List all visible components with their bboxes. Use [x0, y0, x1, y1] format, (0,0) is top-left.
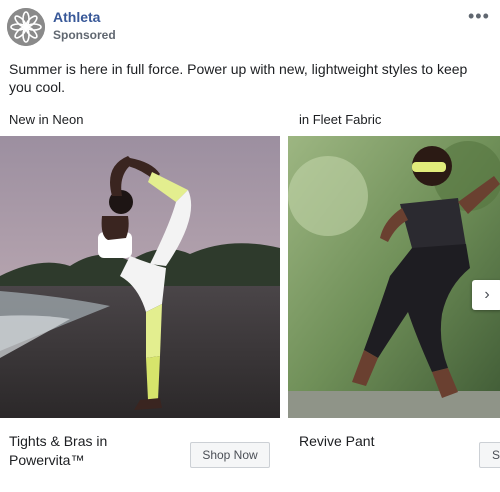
- ad-carousel: New in Neon Tights & Bras in Powervita™ …: [0, 104, 500, 492]
- sponsored-label: Sponsored: [53, 28, 116, 42]
- brand-avatar[interactable]: [7, 8, 45, 46]
- card-1-label: New in Neon: [9, 112, 84, 127]
- chevron-right-icon: ›: [484, 286, 490, 303]
- card-1-image[interactable]: [0, 136, 280, 418]
- more-options-icon[interactable]: •••: [468, 6, 490, 27]
- post-header: Athleta Sponsored •••: [0, 0, 500, 52]
- yoga-beach-photo: [0, 136, 280, 418]
- card-1-title: Tights & Bras in Powervita™: [9, 433, 108, 468]
- athleta-logo-icon: [7, 8, 45, 46]
- card-2-label: in Fleet Fabric: [299, 112, 382, 127]
- card-2-shop-now-button[interactable]: Shop Now: [479, 442, 500, 468]
- carousel-next-button[interactable]: ›: [472, 280, 500, 310]
- card-2-title: Revive Pant: [299, 433, 375, 449]
- forest-pose-photo: [288, 136, 500, 418]
- card-1-shop-now-button[interactable]: Shop Now: [190, 442, 270, 468]
- post-text: Summer is here in full force. Power up w…: [9, 61, 468, 95]
- card-2-image[interactable]: [288, 136, 500, 418]
- brand-name-link[interactable]: Athleta: [53, 9, 100, 25]
